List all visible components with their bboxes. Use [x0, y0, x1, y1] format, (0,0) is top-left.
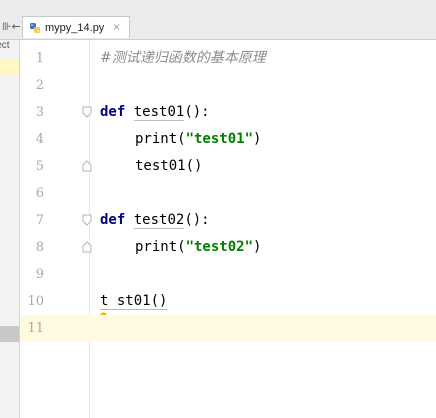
- code-line-5[interactable]: 5 test01(): [20, 153, 436, 180]
- close-icon[interactable]: ×: [112, 22, 120, 33]
- project-highlight: [0, 60, 19, 76]
- project-label: ject: [0, 40, 10, 51]
- code-text: print("test02"): [135, 239, 262, 255]
- fold-end-icon[interactable]: [82, 160, 92, 172]
- code-line-7[interactable]: 7 def test02():: [20, 207, 436, 234]
- code-line-10[interactable]: 10 t ​ st01(): [20, 288, 436, 322]
- line-number: 10: [27, 294, 44, 309]
- code-editor[interactable]: 1 #测试递归函数的基本原理 2 3 def test01(): 4 print…: [20, 40, 436, 418]
- line-number: 2: [35, 78, 44, 93]
- comment-text: #测试递归函数的基本原理: [100, 50, 266, 66]
- code-text: print("test01"): [135, 131, 262, 147]
- line-number: 4: [35, 132, 44, 147]
- project-selection: [0, 326, 19, 342]
- code-line-3[interactable]: 3 def test01():: [20, 99, 436, 126]
- code-text: def test01():: [100, 104, 210, 121]
- line-number: 6: [35, 186, 44, 201]
- fold-open-icon[interactable]: [82, 106, 92, 118]
- line-number: 7: [35, 213, 44, 228]
- code-line-4[interactable]: 4 print("test01"): [20, 126, 436, 153]
- line-number: 8: [35, 240, 44, 255]
- project-panel[interactable]: ject: [0, 40, 20, 418]
- code-text: t ​ st01(): [100, 288, 168, 322]
- fold-open-icon[interactable]: [82, 214, 92, 226]
- editor-tab-bar: ⊪← mypy_14.py ×: [0, 0, 436, 40]
- code-line-8[interactable]: 8 print("test02"): [20, 234, 436, 261]
- line-number: 3: [35, 105, 44, 120]
- line-number: 5: [35, 159, 44, 174]
- tab-label: mypy_14.py: [45, 21, 105, 34]
- code-line-9[interactable]: 9: [20, 261, 436, 288]
- code-line-11[interactable]: 11: [20, 315, 436, 342]
- code-line-1[interactable]: 1 #测试递归函数的基本原理: [20, 45, 436, 72]
- code-text: def test02():: [100, 212, 210, 229]
- python-file-icon: [29, 22, 41, 34]
- code-line-6[interactable]: 6: [20, 180, 436, 207]
- fold-end-icon[interactable]: [82, 241, 92, 253]
- line-number: 9: [35, 267, 44, 282]
- code-line-2[interactable]: 2: [20, 72, 436, 99]
- ide-window: ⊪← mypy_14.py × ject 1 #测试递归函数的基本原理: [0, 0, 436, 418]
- code-text: test01(): [135, 158, 203, 174]
- hide-panel-button[interactable]: ⊪←: [0, 18, 21, 36]
- tab-mypy-14[interactable]: mypy_14.py ×: [22, 16, 130, 38]
- line-number: 1: [35, 51, 44, 66]
- line-number: 11: [27, 321, 44, 336]
